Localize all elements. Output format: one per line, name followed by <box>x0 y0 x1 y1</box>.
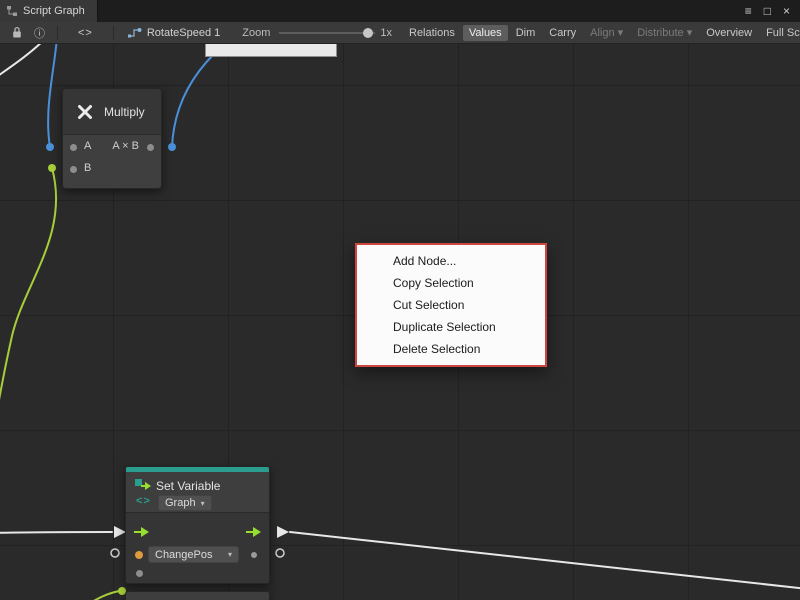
graph-toolbar: ⓘ <> RotateSpeed 1 Zoom 1x Relations Val… <box>0 22 800 44</box>
script-graph-icon <box>6 5 18 17</box>
button-values[interactable]: Values <box>463 25 508 41</box>
port-a-label: A <box>84 140 91 152</box>
menu-item-delete-selection[interactable]: Delete Selection <box>357 338 545 360</box>
flow-output-port[interactable] <box>245 526 262 541</box>
multiply-node-header: Multiply <box>63 89 161 135</box>
set-variable-title: Set Variable <box>156 479 220 493</box>
port-endpoint-blue-a[interactable] <box>46 143 54 151</box>
scope-dropdown-value: Graph <box>165 497 196 509</box>
chevron-down-icon: ▾ <box>228 550 232 559</box>
graph-canvas[interactable]: Multiply A A × B B Set Variable < <box>0 44 800 600</box>
port-endpoint-blue-out[interactable] <box>168 143 176 151</box>
multiply-icon <box>75 102 95 122</box>
window-titlebar: Script Graph ≡ □ × <box>0 0 800 22</box>
window-maximize-icon[interactable]: □ <box>764 0 771 22</box>
context-menu: Add Node... Copy Selection Cut Selection… <box>355 243 547 367</box>
zoom-slider-track <box>279 32 375 34</box>
set-variable-header: Set Variable <> Graph ▾ <box>126 472 269 513</box>
value-output-port[interactable] <box>251 552 257 558</box>
wire-blue-into-multiply <box>48 44 57 147</box>
multiply-node-body: A A × B B <box>63 135 161 188</box>
window-controls: ≡ □ × <box>745 0 800 22</box>
graph-asset-icon <box>128 27 142 39</box>
port-b-label: B <box>84 162 91 174</box>
button-relations[interactable]: Relations <box>403 25 461 41</box>
zoom-slider[interactable] <box>279 26 375 40</box>
button-align[interactable]: Align ▾ <box>584 24 629 41</box>
zoom-label: Zoom <box>242 27 270 39</box>
window-menu-icon[interactable]: ≡ <box>745 0 752 22</box>
toolbar-separator <box>57 26 58 40</box>
multiply-row-b: B <box>63 158 161 180</box>
window-tab-script-graph[interactable]: Script Graph <box>0 0 98 22</box>
variable-dropdown[interactable]: ChangePos ▾ <box>148 546 239 563</box>
value-port-ring-left[interactable] <box>111 549 119 557</box>
port-output-label: A × B <box>112 140 139 152</box>
flow-out-arrowhead[interactable] <box>277 526 289 538</box>
set-variable-icon <box>134 478 152 492</box>
button-overview[interactable]: Overview <box>700 25 758 41</box>
menu-item-add-node[interactable]: Add Node... <box>357 250 545 272</box>
variable-dropdown-value: ChangePos <box>155 549 213 561</box>
toolbar-separator <box>113 26 114 40</box>
port-b-dot[interactable] <box>70 166 77 173</box>
value-input-port[interactable] <box>135 551 143 559</box>
partial-node[interactable] <box>125 591 270 600</box>
multiply-row-a: A A × B <box>63 136 161 158</box>
menu-item-duplicate-selection[interactable]: Duplicate Selection <box>357 316 545 338</box>
breadcrumb-label: RotateSpeed 1 <box>147 27 220 39</box>
button-carry[interactable]: Carry <box>543 25 582 41</box>
value-port-ring-right[interactable] <box>276 549 284 557</box>
wire-green-from-multiply-b <box>0 168 56 438</box>
wire-green-bottom <box>92 591 119 600</box>
lock-icon[interactable] <box>12 26 22 39</box>
extra-value-port[interactable] <box>136 570 143 577</box>
node-multiply[interactable]: Multiply A A × B B <box>62 88 162 189</box>
flow-input-port[interactable] <box>133 526 150 541</box>
floating-field[interactable] <box>205 44 337 57</box>
port-a-dot[interactable] <box>70 144 77 151</box>
breadcrumb[interactable]: RotateSpeed 1 <box>128 27 220 39</box>
button-distribute[interactable]: Distribute ▾ <box>631 24 698 41</box>
port-endpoint-green-b[interactable] <box>48 164 56 172</box>
info-icon[interactable]: ⓘ <box>34 25 45 41</box>
window-close-icon[interactable]: × <box>783 0 790 22</box>
node-set-variable[interactable]: Set Variable <> Graph ▾ ChangePos ▾ <box>125 466 270 584</box>
wire-white-flow-out <box>290 532 800 589</box>
menu-item-copy-selection[interactable]: Copy Selection <box>357 272 545 294</box>
wire-white-flow-in <box>0 532 112 533</box>
wire-blue-from-multiply-output <box>172 54 214 147</box>
variable-type-icon: <> <box>136 495 151 507</box>
zoom-slider-knob[interactable] <box>363 28 373 38</box>
chevron-down-icon: ▾ <box>201 499 205 508</box>
port-output-dot[interactable] <box>147 144 154 151</box>
wire-white-top-left <box>0 44 46 80</box>
zoom-value: 1x <box>380 27 392 39</box>
window-tab-title: Script Graph <box>23 5 85 17</box>
button-dim[interactable]: Dim <box>510 25 542 41</box>
menu-item-cut-selection[interactable]: Cut Selection <box>357 294 545 316</box>
code-icon[interactable]: <> <box>78 27 93 39</box>
scope-dropdown[interactable]: Graph ▾ <box>158 495 212 511</box>
button-full-screen[interactable]: Full Screen <box>760 25 800 41</box>
multiply-node-title: Multiply <box>104 105 145 119</box>
